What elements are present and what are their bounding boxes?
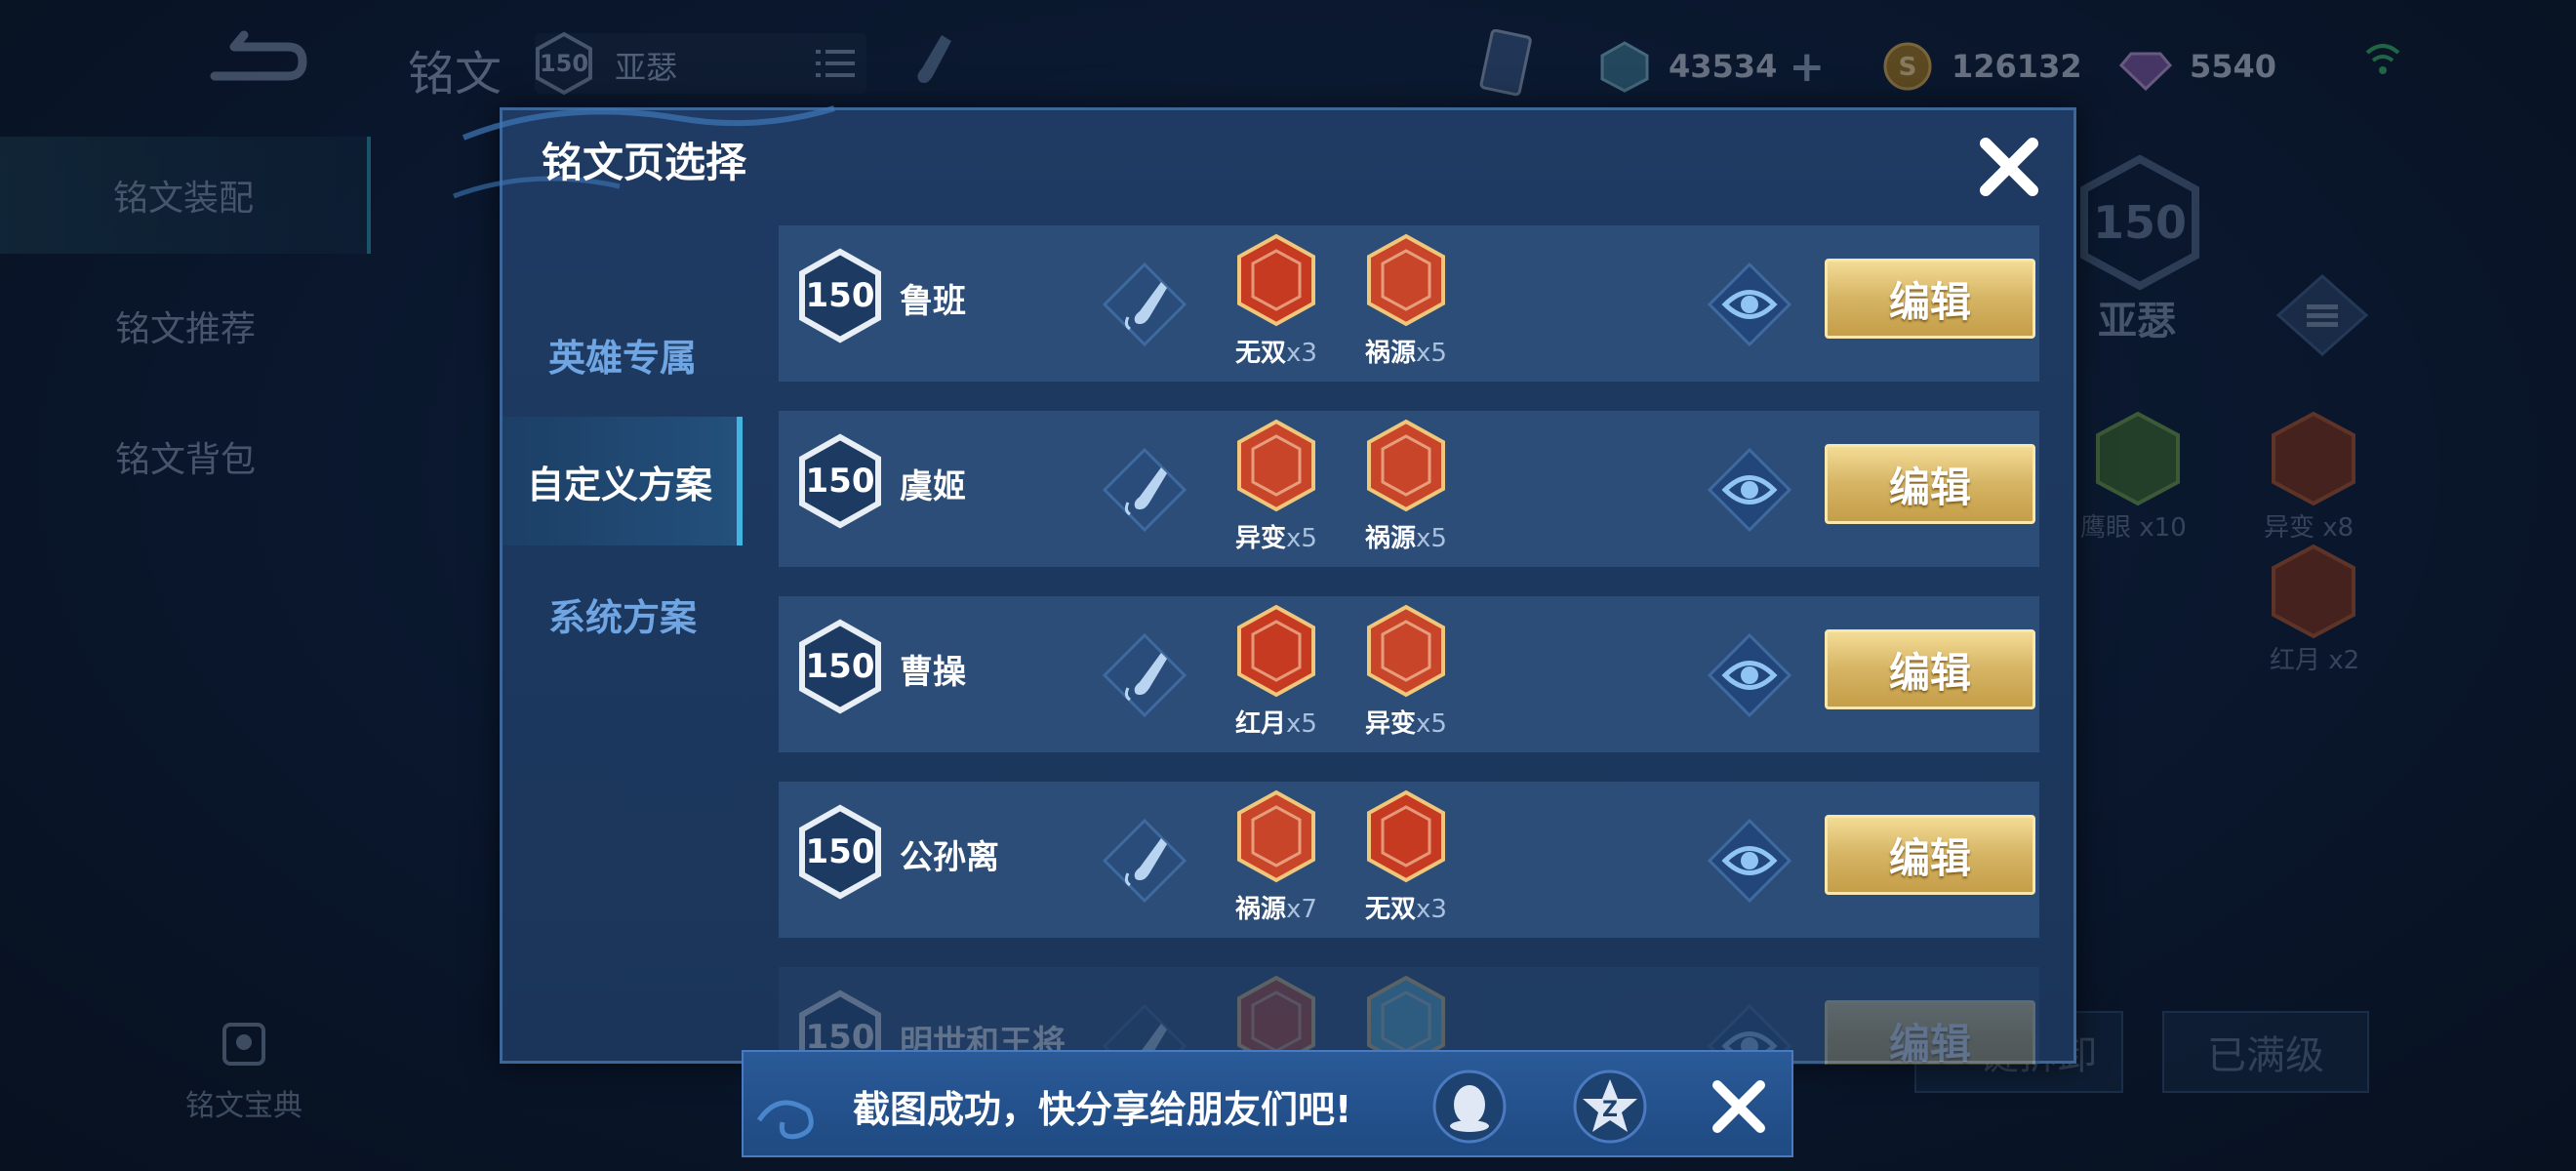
rune-icon <box>1367 789 1445 883</box>
level-badge: 150 <box>796 618 884 715</box>
rune-icon <box>1367 233 1445 327</box>
rune-item: 异变x5 <box>1208 411 1345 567</box>
edit-button[interactable]: 编辑 <box>1825 629 2035 709</box>
rune-icon <box>1237 604 1315 698</box>
rune-item: 祸源x5 <box>1338 225 1448 382</box>
brush-icon[interactable] <box>1101 446 1188 534</box>
page-name: 公孙离 <box>900 838 999 877</box>
rune-icon <box>1237 789 1315 883</box>
edit-button[interactable]: 编辑 <box>1825 259 2035 339</box>
edit-button[interactable]: 编辑 <box>1825 815 2035 895</box>
brush-icon[interactable] <box>1101 817 1188 905</box>
share-toast: 截图成功，快分享给朋友们吧! Z <box>742 1050 1793 1157</box>
page-name: 曹操 <box>900 653 966 692</box>
page-name: 鲁班 <box>900 282 966 321</box>
toast-message: 截图成功，快分享给朋友们吧! <box>853 1088 1352 1131</box>
level-badge: 150 <box>796 247 884 344</box>
close-icon[interactable] <box>1972 130 2046 204</box>
eye-icon[interactable] <box>1706 261 1793 348</box>
page-name: 虞姬 <box>900 467 966 506</box>
rune-item: 无双x3 <box>1338 782 1448 938</box>
rune-item: 祸源x5 <box>1338 411 1448 567</box>
rune-icon <box>1237 233 1315 327</box>
rune-page-row[interactable]: 150 公孙离 祸源x7 无双x3 编辑 <box>779 782 2039 938</box>
brush-icon[interactable] <box>1101 261 1188 348</box>
rune-list: 祸源x7 无双x3 夺萃x10 <box>1208 782 1448 938</box>
qq-share-icon[interactable] <box>1430 1068 1509 1146</box>
edit-button[interactable]: 编辑 <box>1825 1000 2035 1065</box>
rune-page-row[interactable]: 150 鲁班 无双x3 祸源x5 编辑 <box>779 225 2039 382</box>
level-badge: 150 <box>796 432 884 530</box>
rune-icon <box>1367 604 1445 698</box>
edit-button[interactable]: 编辑 <box>1825 444 2035 524</box>
qzone-share-icon[interactable]: Z <box>1571 1068 1649 1146</box>
tab-custom-plan[interactable]: 自定义方案 <box>503 417 743 545</box>
tab-hero-exclusive[interactable]: 英雄专属 <box>503 290 743 419</box>
brush-icon[interactable] <box>1101 631 1188 719</box>
svg-text:Z: Z <box>1602 1098 1618 1122</box>
modal-title: 铭文页选择 <box>542 139 747 186</box>
eye-icon[interactable] <box>1706 631 1793 719</box>
rune-item: 无双x3 <box>1208 225 1345 382</box>
rune-page-list[interactable]: 150 鲁班 无双x3 祸源x5 编辑 150 虞姬 异变x5 祸源x5 编辑 … <box>779 225 2039 1065</box>
level-badge: 150 <box>796 803 884 901</box>
rune-item: 祸源x7 <box>1208 782 1345 938</box>
rune-list: 无双x3 祸源x5 传承x1 <box>1208 225 1448 382</box>
eye-icon[interactable] <box>1706 446 1793 534</box>
rune-icon <box>1237 419 1315 512</box>
cloud-swirl-decoration <box>756 1100 814 1140</box>
tab-system-plan[interactable]: 系统方案 <box>503 549 743 678</box>
rune-item: 红月x5 <box>1208 596 1345 752</box>
eye-icon[interactable] <box>1706 817 1793 905</box>
rune-item: 异变x5 <box>1338 596 1448 752</box>
rune-list: 异变x5 祸源x5 狩猎x5 <box>1208 411 1448 567</box>
rune-page-select-modal: 铭文页选择 英雄专属 自定义方案 系统方案 150 鲁班 无双x3 祸源x5 编… <box>453 105 2076 1065</box>
rune-page-row[interactable]: 150 虞姬 异变x5 祸源x5 编辑 <box>779 411 2039 567</box>
toast-close-icon[interactable] <box>1708 1075 1770 1138</box>
rune-icon <box>1367 419 1445 512</box>
rune-page-row[interactable]: 150 曹操 红月x5 异变x5 编辑 <box>779 596 2039 752</box>
rune-list: 红月x5 异变x5 狩猎x10 <box>1208 596 1448 752</box>
